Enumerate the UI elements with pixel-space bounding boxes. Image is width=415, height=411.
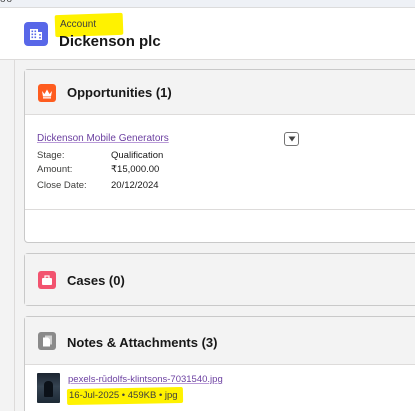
opportunities-card: Opportunities (1) Dickenson Mobile Gener… [24,69,415,243]
opportunities-header[interactable]: Opportunities (1) [25,70,415,115]
top-dots: oo [0,0,13,5]
notes-header[interactable]: Notes & Attachments (3) [25,317,415,365]
stage-value: Qualification [111,150,164,161]
cases-title[interactable]: Cases (0) [67,273,125,288]
amount-label: Amount: [37,164,73,175]
chevron-down-icon [288,136,295,142]
file-icon [38,332,56,350]
building-icon [24,22,48,46]
top-strip: oo [0,0,415,8]
attachment-thumbnail[interactable] [37,373,60,403]
notes-title[interactable]: Notes & Attachments (3) [67,335,217,350]
row-actions-button[interactable] [284,132,299,146]
card-divider [25,209,415,210]
opportunity-link[interactable]: Dickenson Mobile Generators [37,133,169,144]
attachment-meta: 16-Jul-2025 • 459KB • jpg [69,390,178,401]
amount-value: ₹15,000.00 [111,164,160,175]
stage-label: Stage: [37,150,65,161]
left-rule [14,60,15,411]
record-header: Account Dickenson plc [0,8,415,60]
briefcase-icon [38,271,56,289]
cases-header[interactable]: Cases (0) [25,254,415,305]
close-date-value: 20/12/2024 [111,180,159,191]
record-object-type: Account [60,19,97,30]
attachment-link[interactable]: pexels-rūdolfs-klintsons-7031540.jpg [68,374,223,385]
record-title: Dickenson plc [59,33,161,50]
close-date-label: Close Date: [37,180,87,191]
cases-card: Cases (0) [24,253,415,306]
thumbnail-figure [44,381,53,397]
opportunities-title[interactable]: Opportunities (1) [67,85,172,100]
crown-icon [38,84,56,102]
notes-attachments-card: Notes & Attachments (3) pexels-rūdolfs-k… [24,316,415,411]
